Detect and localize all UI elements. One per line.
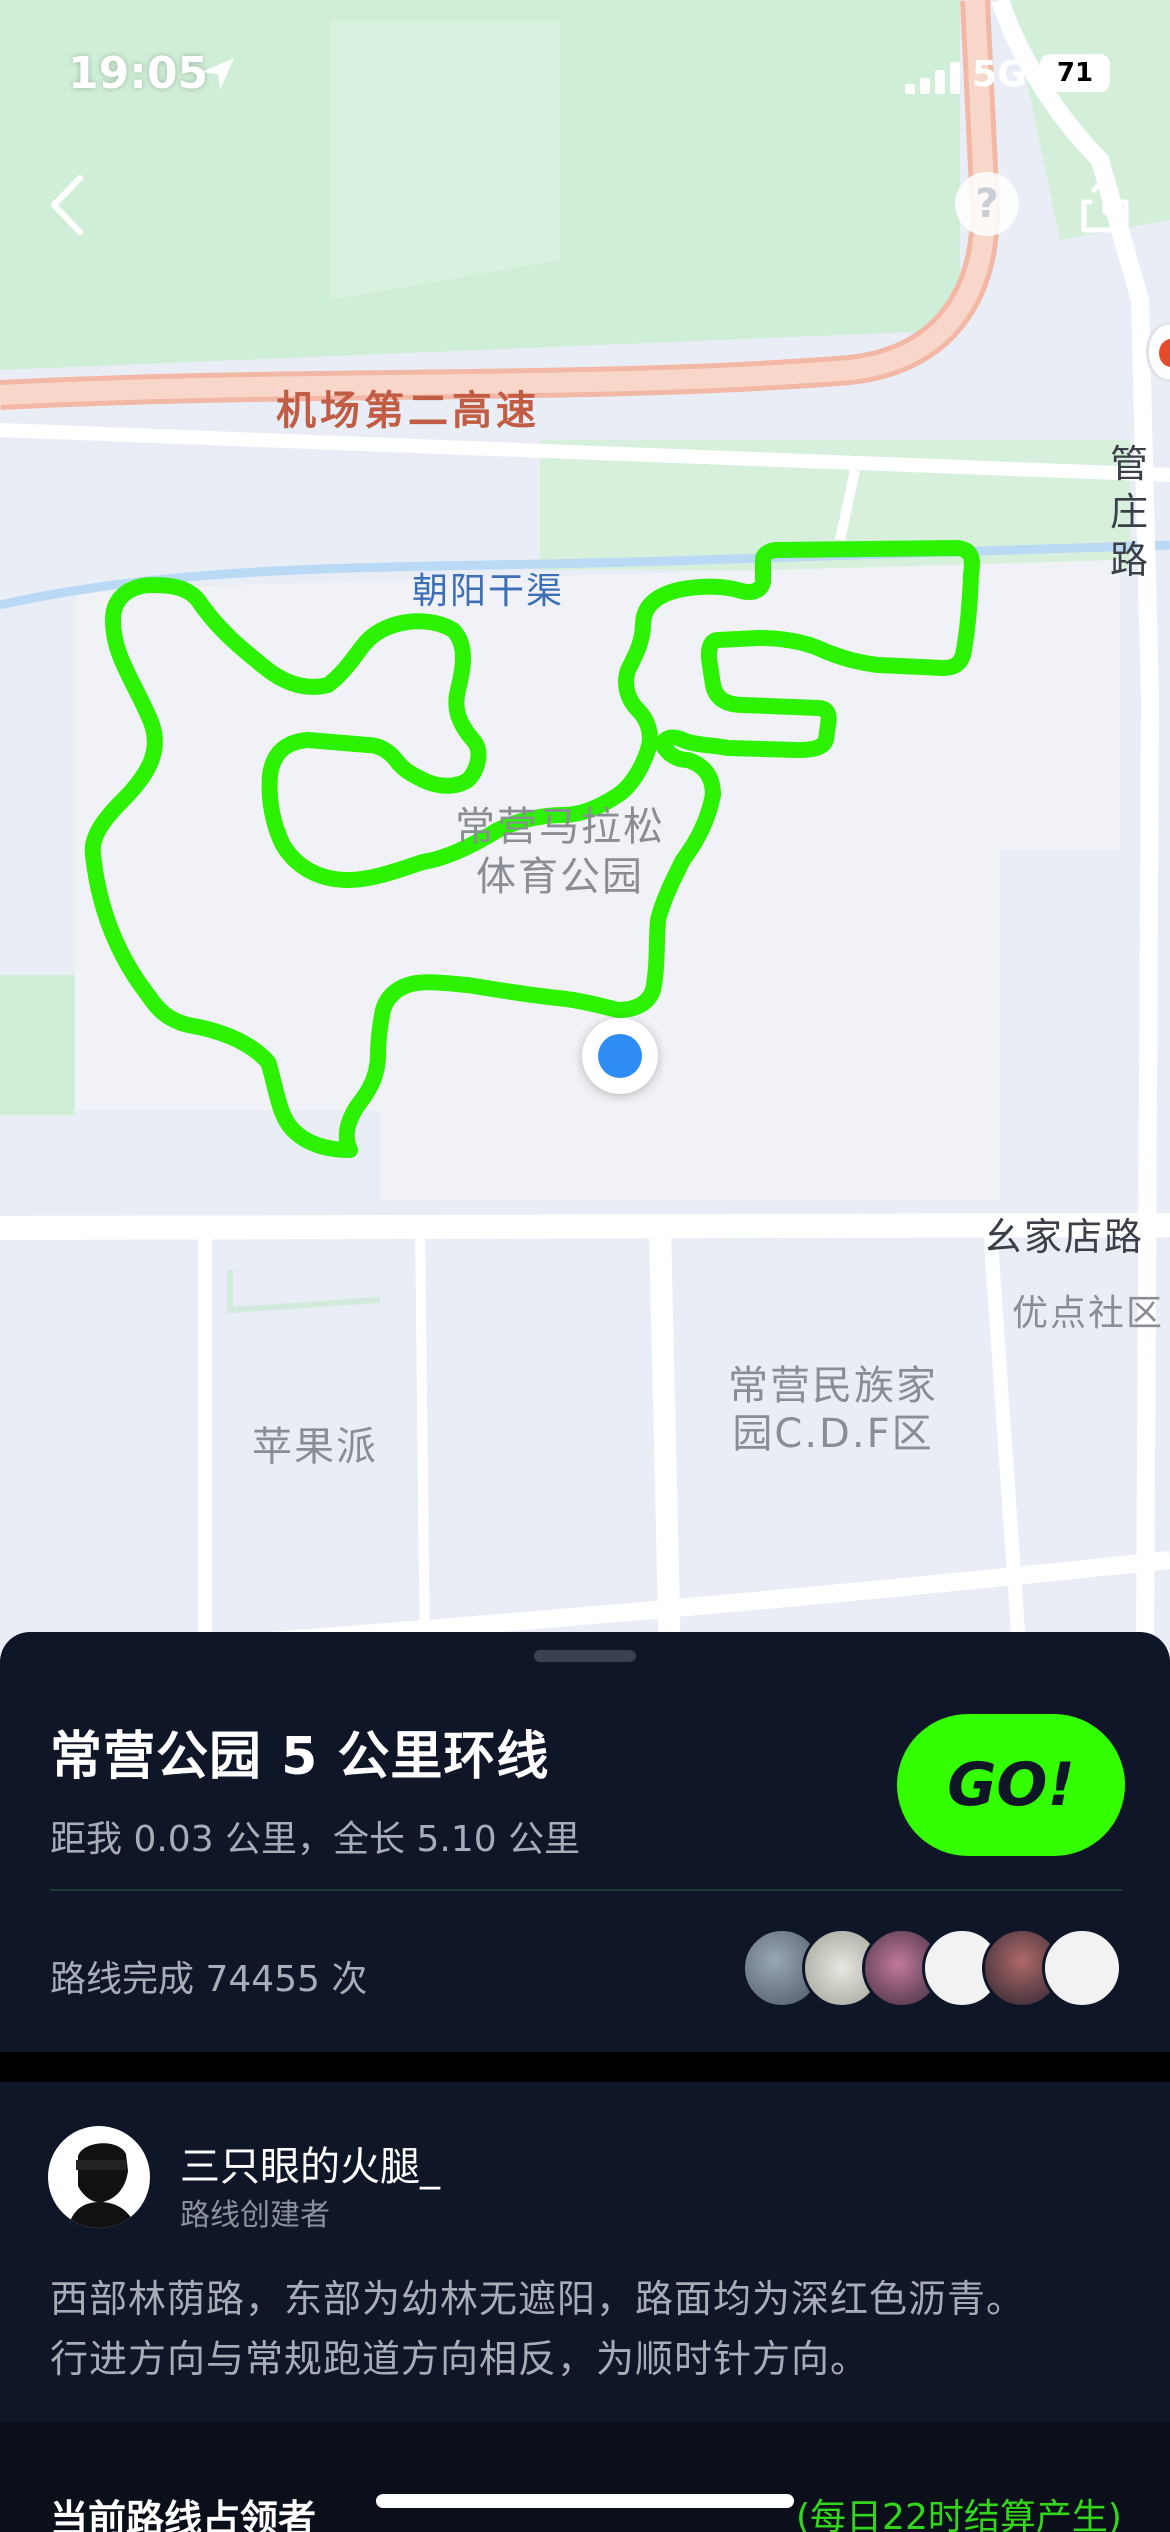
map-view[interactable]: 机场第二高速 朝阳干渠 管庄路 常营马拉松体育公园 幺家店路 优点社区 苹果派 … [0,0,1170,1660]
map-label-changying-minzu: 常营民族家园C.D.F区 [728,1363,938,1457]
creator-name[interactable]: 三只眼的火腿_ [180,2134,440,2192]
creator-section: 三只眼的火腿_ 路线创建者 西部林荫路，东部为幼林无遮阳，路面均为深红色沥青。 … [0,2082,1170,2422]
route-description-line-2: 行进方向与常规跑道方向相反，为顺时针方向。 [50,2337,870,2381]
road-s2 [415,1227,430,1660]
battery-icon: 71 [1040,54,1110,92]
map-label-pingguopai: 苹果派 [252,1424,378,1470]
section-separator [0,2052,1170,2082]
road-s3 [649,1227,681,1660]
map-label-park: 常营马拉松体育公园 [455,804,665,900]
map-label-guanzhuang-road: 管庄路 [1109,442,1150,582]
green-area-west [0,975,75,1115]
drag-handle[interactable] [534,1650,636,1662]
map-label-yaojiadian-road: 幺家店路 [984,1215,1145,1259]
share-icon[interactable] [1070,168,1140,238]
help-icon[interactable]: ? [955,172,1019,236]
current-location-marker [582,1018,658,1094]
map-label-canal: 朝阳干渠 [412,571,565,612]
green-trace [227,1270,381,1314]
route-completions: 路线完成 74455 次 [50,1959,368,2000]
occupier-note: (每日22时结算产生) [796,2497,1122,2532]
route-description-line-1: 西部林荫路，东部为幼林无遮阳，路面均为深红色沥青。 [50,2277,1026,2321]
creator-role: 路线创建者 [180,2198,330,2233]
card-divider [50,1889,1122,1891]
route-card: 常营公园 5 公里环线 距我 0.03 公里，全长 5.10 公里 GO! 路线… [0,1632,1170,2052]
route-title: 常营公园 5 公里环线 [50,1727,550,1787]
occupier-section: 当前路线占领者 (每日22时结算产生) [0,2426,1170,2532]
map-label-youdian: 优点社区 [1012,1293,1165,1334]
go-button[interactable]: GO! [897,1714,1125,1856]
signal-icon [905,62,960,94]
route-distance-info: 距我 0.03 公里，全长 5.10 公里 [50,1819,581,1860]
occupier-heading: 当前路线占领者 [50,2497,317,2532]
avatar [1042,1928,1122,2008]
status-time: 19:05 [68,48,209,99]
creator-avatar[interactable] [48,2126,150,2228]
back-chevron-icon[interactable] [40,170,100,240]
map-label-highway: 机场第二高速 [276,388,540,434]
home-indicator[interactable] [376,2494,794,2508]
location-arrow-icon [202,58,234,90]
network-type: 5G [972,54,1027,95]
status-bar: 19:05 5G 71 [0,0,1170,140]
